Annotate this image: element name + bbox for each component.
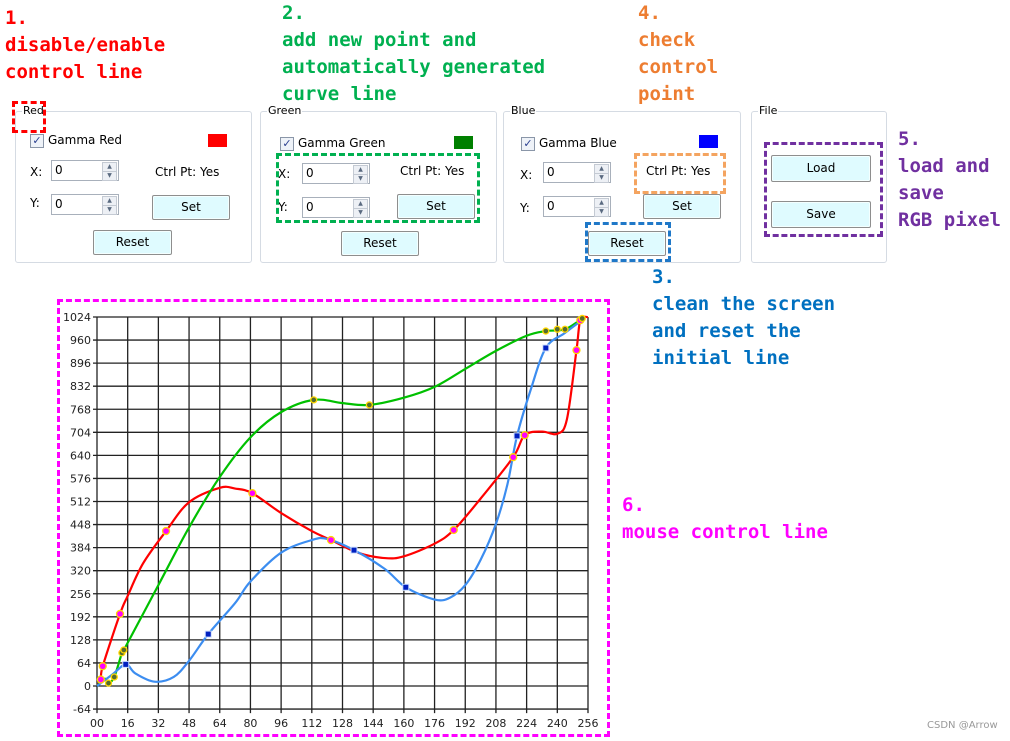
- highlight-file-buttons: [764, 142, 883, 237]
- highlight-green-inputs: [276, 153, 480, 223]
- highlight-red-title: [12, 101, 46, 133]
- highlight-reset: [585, 222, 671, 262]
- watermark: CSDN @Arrow: [927, 720, 998, 731]
- highlight-chart: [57, 299, 610, 737]
- highlight-ctrl-pt: [634, 153, 726, 194]
